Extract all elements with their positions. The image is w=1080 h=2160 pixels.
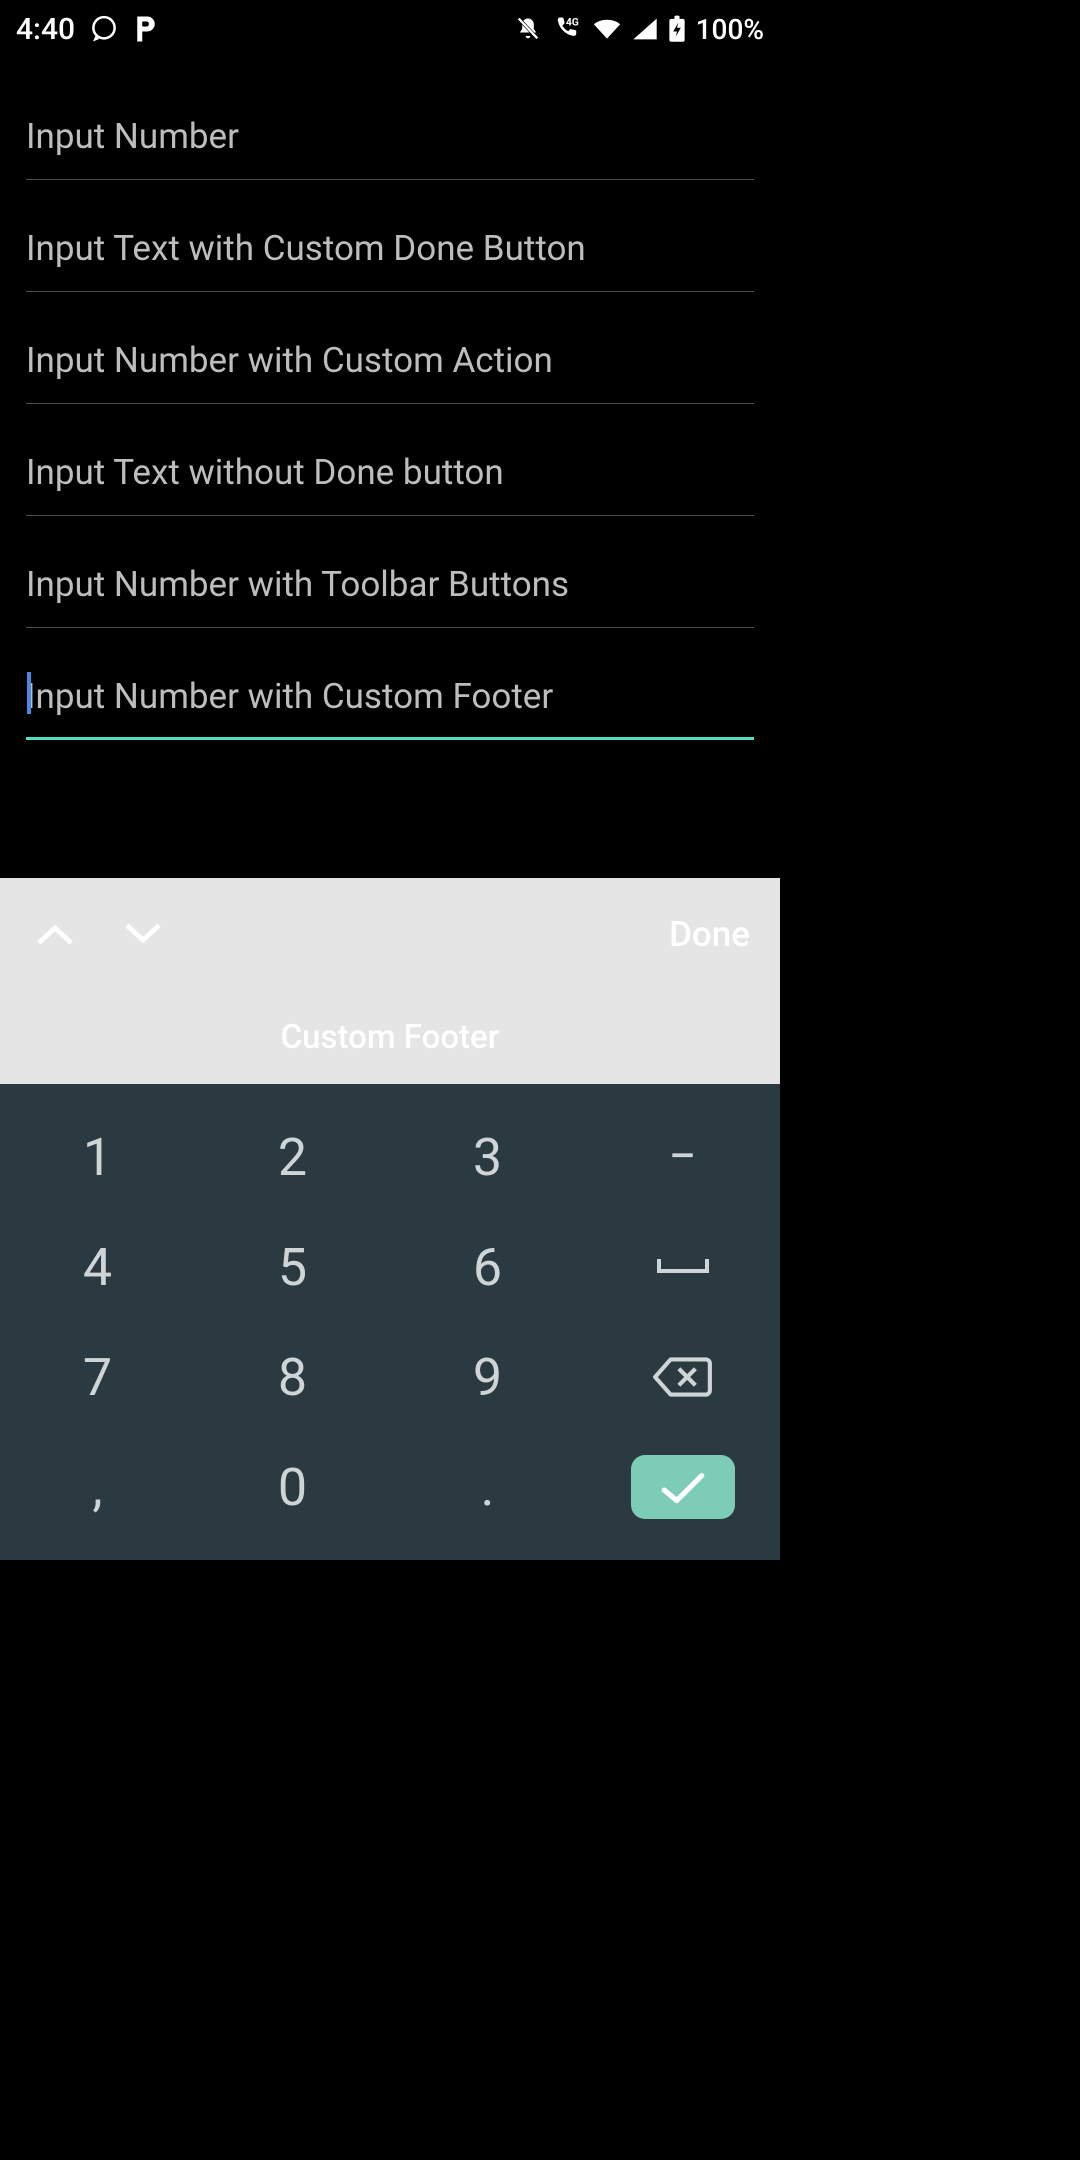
- done-button[interactable]: Done: [669, 914, 754, 955]
- battery-charging-icon: [668, 15, 686, 43]
- clock: 4:40: [16, 12, 75, 47]
- key-5[interactable]: 5: [195, 1212, 390, 1322]
- key-enter[interactable]: [585, 1432, 780, 1542]
- input-number-custom-footer[interactable]: [26, 658, 754, 740]
- key-0[interactable]: 0: [195, 1432, 390, 1542]
- input-number[interactable]: [26, 98, 754, 180]
- key-backspace[interactable]: [585, 1322, 780, 1432]
- key-1[interactable]: 1: [0, 1102, 195, 1212]
- key-period[interactable]: .: [390, 1432, 585, 1542]
- enter-icon: [631, 1455, 735, 1519]
- svg-text:4G: 4G: [565, 16, 578, 29]
- input-text-custom-done[interactable]: [26, 210, 754, 292]
- battery-percentage: 100%: [696, 13, 764, 46]
- signal-icon: [632, 17, 658, 41]
- key-9[interactable]: 9: [390, 1322, 585, 1432]
- prev-field-button[interactable]: [26, 905, 84, 963]
- status-bar: 4:40 4G: [0, 0, 780, 58]
- p-icon: [133, 14, 159, 44]
- wifi-icon: [592, 17, 622, 41]
- key-8[interactable]: 8: [195, 1322, 390, 1432]
- key-7[interactable]: 7: [0, 1322, 195, 1432]
- numeric-keypad: 1 2 3 − 4 5 6 7 8 9 , 0 .: [0, 1084, 780, 1560]
- input-cursor: [26, 658, 754, 770]
- key-4[interactable]: 4: [0, 1212, 195, 1322]
- input-text-no-done[interactable]: [26, 434, 754, 516]
- input-number-toolbar[interactable]: [26, 546, 754, 628]
- key-3[interactable]: 3: [390, 1102, 585, 1212]
- keyboard-accessory-toolbar: Done: [0, 878, 780, 990]
- input-number-custom-action[interactable]: [26, 322, 754, 404]
- key-6[interactable]: 6: [390, 1212, 585, 1322]
- key-minus[interactable]: −: [585, 1102, 780, 1212]
- whatsapp-icon: [89, 14, 119, 44]
- key-2[interactable]: 2: [195, 1102, 390, 1212]
- content: [0, 58, 780, 878]
- custom-footer: Custom Footer: [0, 990, 780, 1084]
- status-left: 4:40: [16, 12, 159, 47]
- key-space[interactable]: [585, 1212, 780, 1322]
- volte-call-icon: 4G: [552, 15, 582, 43]
- status-right: 4G 100%: [514, 13, 764, 46]
- key-comma[interactable]: ,: [0, 1432, 195, 1542]
- dnd-icon: [514, 15, 542, 43]
- next-field-button[interactable]: [114, 905, 172, 963]
